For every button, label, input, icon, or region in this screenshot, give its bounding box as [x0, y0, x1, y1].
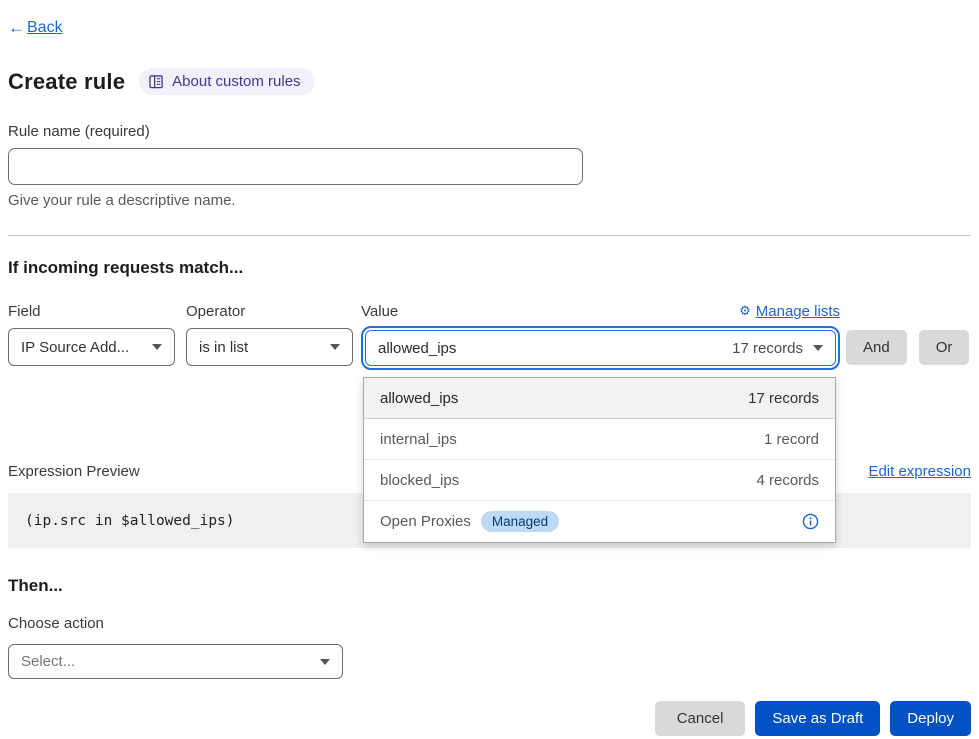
- and-button[interactable]: And: [846, 330, 907, 365]
- value-dropdown-panel: allowed_ips 17 records internal_ips 1 re…: [363, 377, 836, 543]
- value-select-name: allowed_ips: [378, 340, 456, 357]
- deploy-button[interactable]: Deploy: [890, 701, 971, 736]
- chevron-down-icon: [152, 344, 162, 350]
- title-row: Create rule About custom rules: [8, 68, 971, 95]
- info-icon[interactable]: [802, 513, 819, 530]
- action-select[interactable]: Select...: [8, 644, 343, 679]
- back-link[interactable]: ← Back: [8, 18, 63, 38]
- rule-name-helper-text: Give your rule a descriptive name.: [8, 192, 971, 209]
- about-custom-rules-label: About custom rules: [172, 73, 300, 90]
- back-arrow-icon: ←: [8, 18, 25, 38]
- dropdown-item-internal-ips[interactable]: internal_ips 1 record: [364, 419, 835, 460]
- operator-label: Operator: [186, 303, 245, 320]
- edit-expression-link[interactable]: Edit expression: [868, 463, 971, 480]
- gear-icon: ⚙: [739, 303, 751, 319]
- operator-select[interactable]: is in list: [186, 328, 353, 366]
- rule-name-label: Rule name (required): [8, 123, 971, 140]
- value-select-focus-ring: allowed_ips 17 records: [361, 326, 840, 370]
- page-title: Create rule: [8, 69, 125, 95]
- dropdown-item-blocked-ips[interactable]: blocked_ips 4 records: [364, 460, 835, 501]
- save-as-draft-button[interactable]: Save as Draft: [755, 701, 880, 736]
- list-record-count: 17 records: [748, 390, 819, 407]
- rule-name-input[interactable]: [8, 148, 583, 185]
- operator-column: Operator is in list: [186, 301, 353, 366]
- about-custom-rules-link[interactable]: About custom rules: [139, 68, 314, 95]
- list-record-count: 1 record: [764, 431, 819, 448]
- choose-action-label: Choose action: [8, 615, 971, 632]
- dropdown-item-open-proxies[interactable]: Open Proxies Managed: [364, 501, 835, 542]
- chevron-down-icon: [330, 344, 340, 350]
- value-label: Value: [361, 303, 398, 320]
- operator-select-value: is in list: [199, 339, 248, 356]
- manage-lists-link[interactable]: ⚙ Manage lists: [739, 303, 840, 320]
- create-rule-page: ← Back Create rule About custom rules Ru…: [0, 0, 979, 736]
- list-name: blocked_ips: [380, 472, 459, 489]
- condition-connector-buttons: And Or: [846, 301, 969, 365]
- action-select-placeholder: Select...: [21, 653, 75, 670]
- field-select-value: IP Source Add...: [21, 339, 129, 356]
- field-column: Field IP Source Add...: [8, 301, 175, 366]
- dropdown-item-allowed-ips[interactable]: allowed_ips 17 records: [364, 378, 835, 419]
- chevron-down-icon: [813, 345, 823, 351]
- cancel-button[interactable]: Cancel: [655, 701, 746, 736]
- managed-badge: Managed: [481, 511, 559, 532]
- book-icon: [149, 75, 164, 89]
- value-column: Value ⚙ Manage lists allowed_ips 17 reco…: [361, 301, 840, 370]
- expression-preview-label: Expression Preview: [8, 463, 140, 480]
- expression-code: (ip.src in $allowed_ips): [25, 513, 235, 529]
- list-record-count: 4 records: [756, 472, 819, 489]
- condition-row: Field IP Source Add... Operator is in li…: [8, 301, 971, 370]
- chevron-down-icon: [320, 659, 330, 665]
- or-button[interactable]: Or: [919, 330, 970, 365]
- list-name: Open Proxies: [380, 513, 471, 530]
- section-divider: [8, 235, 971, 236]
- field-label: Field: [8, 303, 41, 320]
- value-select-meta: 17 records: [732, 340, 803, 357]
- back-row: ← Back: [8, 0, 971, 38]
- then-section-heading: Then...: [8, 576, 971, 596]
- field-select[interactable]: IP Source Add...: [8, 328, 175, 366]
- value-select[interactable]: allowed_ips 17 records: [365, 330, 836, 366]
- list-name: internal_ips: [380, 431, 457, 448]
- rule-name-block: Rule name (required) Give your rule a de…: [8, 123, 971, 209]
- list-name: allowed_ips: [380, 390, 458, 407]
- back-link-label: Back: [27, 19, 63, 37]
- match-section-heading: If incoming requests match...: [8, 258, 971, 278]
- footer-actions: Cancel Save as Draft Deploy: [8, 701, 971, 736]
- manage-lists-label: Manage lists: [756, 303, 840, 320]
